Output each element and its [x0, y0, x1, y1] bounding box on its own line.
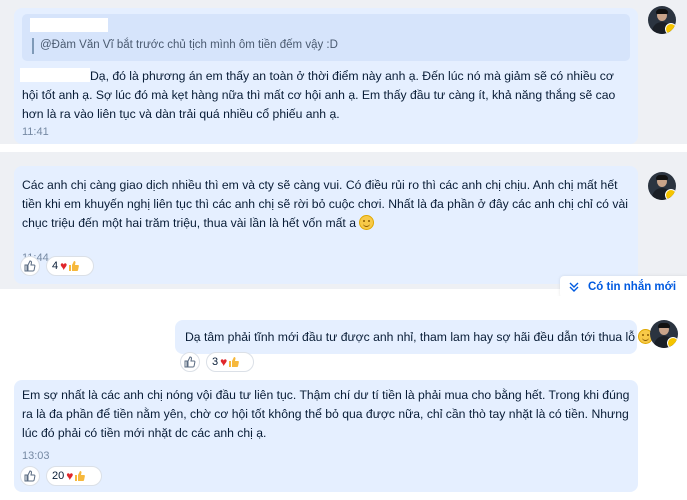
- thumbs-up-icon: [24, 470, 36, 482]
- new-messages-button[interactable]: Có tin nhắn mới: [560, 276, 687, 298]
- thumbs-up-icon: [75, 471, 86, 481]
- like-button[interactable]: [20, 256, 40, 276]
- reaction-summary[interactable]: 4 ♥: [46, 256, 94, 276]
- message-time: 13:03: [22, 450, 50, 462]
- avatar[interactable]: [650, 320, 678, 348]
- chat-panel-3: Dạ tâm phải tĩnh mới đầu tư được anh nhỉ…: [0, 296, 687, 500]
- quote-author-redacted: [30, 18, 108, 32]
- message-bubble[interactable]: Dạ tâm phải tĩnh mới đầu tư được anh nhỉ…: [175, 320, 654, 354]
- smile-emoji-icon: [358, 215, 374, 230]
- message-text: Các anh chị càng giao dịch nhiều thì em …: [22, 176, 632, 233]
- message-text: Dạ tâm phải tĩnh mới đầu tư được anh nhỉ…: [185, 328, 654, 347]
- thumbs-up-icon: [184, 356, 196, 368]
- avatar[interactable]: [648, 6, 676, 34]
- reaction-count: 20: [52, 470, 65, 482]
- like-button[interactable]: [20, 466, 40, 486]
- reaction-count: 3: [212, 356, 219, 368]
- chat-panel-1: @Đàm Văn Vĩ bắt trước chủ tịch mình ôm t…: [0, 0, 687, 144]
- thumbs-up-icon: [229, 357, 240, 367]
- message-bubble[interactable]: @Đàm Văn Vĩ bắt trước chủ tịch mình ôm t…: [14, 8, 638, 144]
- message-text-body: Dạ tâm phải tĩnh mới đầu tư được anh nhỉ…: [185, 330, 636, 344]
- reaction-summary[interactable]: 20 ♥: [46, 466, 102, 486]
- thumbs-up-icon: [69, 261, 80, 271]
- thumbs-up-icon: [24, 260, 36, 272]
- message-time: 11:41: [22, 126, 49, 138]
- quote-bar: [32, 38, 34, 54]
- message-bubble[interactable]: Các anh chị càng giao dịch nhiều thì em …: [14, 166, 638, 284]
- quote-block[interactable]: @Đàm Văn Vĩ bắt trước chủ tịch mình ôm t…: [22, 14, 630, 61]
- message-text: Dạ, đó là phương án em thấy an toàn ở th…: [22, 69, 616, 121]
- message-text-body: Các anh chị càng giao dịch nhiều thì em …: [22, 178, 628, 230]
- reaction-count: 4: [52, 260, 59, 272]
- double-chevron-down-icon: [569, 282, 579, 292]
- reaction-summary[interactable]: 3 ♥: [206, 352, 254, 372]
- heart-icon: ♥: [66, 469, 74, 483]
- message-text: Em sợ nhất là các anh chị nóng vội đầu t…: [22, 388, 630, 440]
- heart-icon: ♥: [60, 259, 68, 273]
- avatar[interactable]: [648, 172, 676, 200]
- chat-panel-2: Các anh chị càng giao dịch nhiều thì em …: [0, 152, 687, 298]
- quote-text: @Đàm Văn Vĩ bắt trước chủ tịch mình ôm t…: [40, 39, 338, 51]
- message-bubble[interactable]: Em sợ nhất là các anh chị nóng vội đầu t…: [14, 380, 638, 492]
- new-messages-label: Có tin nhắn mới: [588, 281, 677, 293]
- heart-icon: ♥: [220, 355, 228, 369]
- like-button[interactable]: [180, 352, 200, 372]
